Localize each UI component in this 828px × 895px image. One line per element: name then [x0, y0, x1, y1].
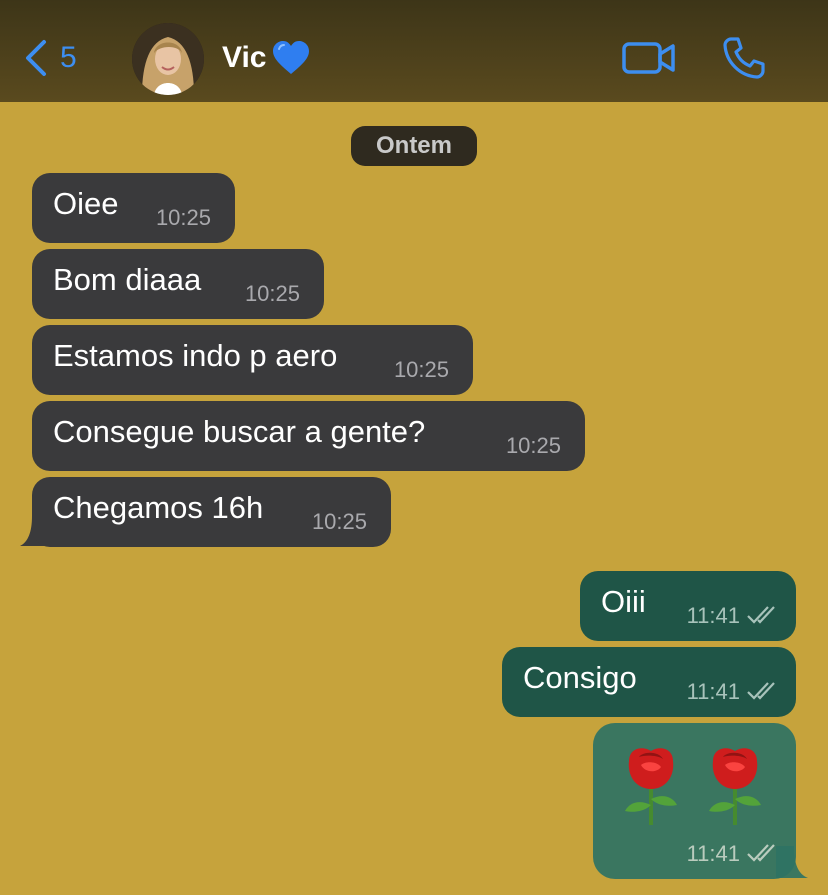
- unread-count: 5: [60, 41, 77, 74]
- message-time: 10:25: [155, 205, 211, 230]
- message-time: 11:41: [686, 679, 740, 704]
- chat-header: 5 Vic: [0, 0, 828, 102]
- message-text: Chegamos 16h: [53, 490, 264, 525]
- message-text: Consigo: [523, 660, 637, 695]
- date-separator: Ontem: [351, 126, 477, 166]
- message-text: Oiee: [53, 186, 119, 221]
- chevron-left-icon: [26, 40, 46, 76]
- outgoing-message[interactable]: 11:41: [593, 723, 796, 879]
- blue-heart-icon: [272, 41, 309, 74]
- incoming-message[interactable]: Oiee 10:25: [32, 173, 235, 243]
- message-time: 11:41: [686, 841, 740, 866]
- message-text: Bom diaaa: [53, 262, 202, 297]
- voice-call-button[interactable]: [722, 36, 766, 85]
- contact-name-text: Vic: [222, 41, 267, 74]
- message-time: 10:25: [393, 357, 449, 382]
- message-time: 11:41: [686, 603, 740, 628]
- double-check-icon: [747, 606, 775, 624]
- incoming-message[interactable]: Chegamos 16h 10:25: [32, 477, 391, 547]
- double-check-icon: [747, 682, 775, 700]
- rose-emoji: [625, 748, 677, 825]
- contact-name[interactable]: Vic: [222, 40, 311, 76]
- rose-emoji: [709, 748, 761, 825]
- incoming-message[interactable]: Estamos indo p aero 10:25: [32, 325, 473, 395]
- double-check-icon: [747, 844, 775, 862]
- video-call-button[interactable]: [622, 38, 676, 83]
- incoming-message[interactable]: Consegue buscar a gente? 10:25: [32, 401, 585, 471]
- message-text: Oiii: [601, 584, 646, 619]
- video-camera-icon: [622, 42, 675, 74]
- message-text: Consegue buscar a gente?: [53, 414, 426, 449]
- outgoing-message[interactable]: Consigo 11:41: [502, 647, 796, 717]
- message-time: 10:25: [505, 433, 561, 458]
- message-time: 10:25: [244, 281, 300, 306]
- message-text: Estamos indo p aero: [53, 338, 338, 373]
- message-time: 10:25: [311, 509, 367, 534]
- back-button[interactable]: 5: [24, 38, 77, 78]
- avatar[interactable]: [132, 23, 204, 95]
- phone-icon: [723, 37, 765, 79]
- outgoing-message[interactable]: Oiii 11:41: [580, 571, 796, 641]
- incoming-message[interactable]: Bom diaaa 10:25: [32, 249, 324, 319]
